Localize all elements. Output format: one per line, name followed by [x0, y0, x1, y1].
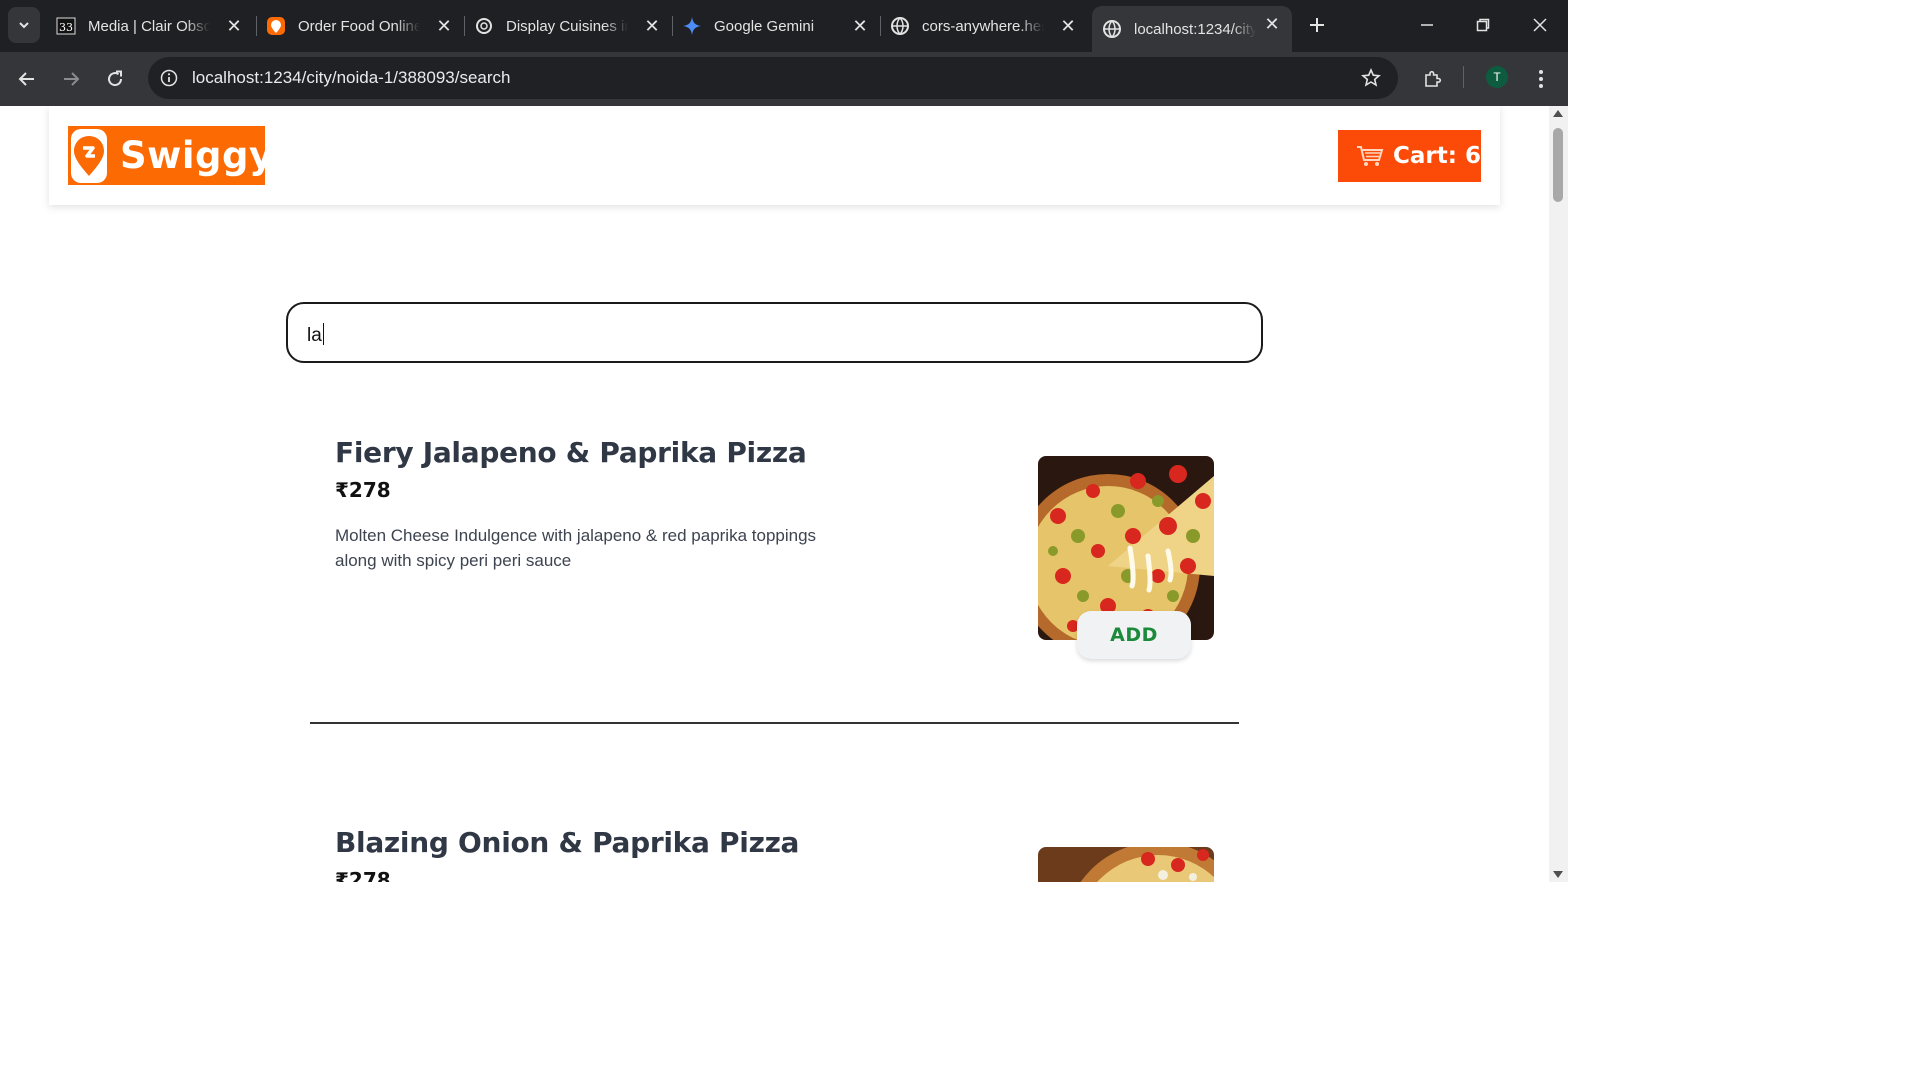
- logo-wordmark: Swiggy: [120, 134, 274, 177]
- minimize-button[interactable]: [1412, 10, 1442, 40]
- menu-item: Fiery Jalapeno & Paprika Pizza ₹278 Molt…: [335, 436, 1215, 640]
- close-icon[interactable]: ✕: [642, 16, 662, 36]
- extensions-button[interactable]: [1417, 64, 1447, 94]
- scrollbar-thumb[interactable]: [1553, 128, 1563, 202]
- add-to-cart-button[interactable]: ADD: [1077, 611, 1191, 659]
- swiggy-favicon: [266, 16, 286, 36]
- scroll-down-arrow-icon[interactable]: [1553, 871, 1563, 878]
- address-bar[interactable]: localhost:1234/city/noida-1/388093/searc…: [148, 57, 1398, 99]
- site-header: Swiggy Cart: 6: [49, 106, 1500, 205]
- tab-order-food-online[interactable]: Order Food Online ✕: [256, 8, 464, 44]
- cart-button[interactable]: Cart: 6: [1338, 130, 1481, 182]
- search-input-value: la: [307, 323, 325, 347]
- puzzle-icon: [1425, 70, 1442, 87]
- svg-text:33: 33: [59, 21, 73, 34]
- close-icon: [1533, 18, 1547, 32]
- globe-favicon: [1102, 19, 1122, 39]
- new-tab-button[interactable]: [1305, 13, 1329, 37]
- restore-button[interactable]: [1468, 10, 1498, 40]
- chatgpt-favicon: [474, 16, 494, 36]
- browser-tab-bar: 33 Media | Clair Obscur ✕ Order Food Onl…: [0, 0, 1568, 52]
- bookmark-star-icon[interactable]: [1360, 67, 1382, 89]
- back-button[interactable]: [12, 64, 42, 94]
- page-scrollbar[interactable]: [1549, 106, 1568, 882]
- tab-title: localhost:1234/city: [1134, 20, 1256, 38]
- kebab-menu-icon: [1539, 70, 1543, 88]
- cart-label: Cart: 6: [1393, 143, 1481, 169]
- search-text: la: [307, 325, 322, 346]
- close-icon[interactable]: ✕: [224, 16, 244, 36]
- tab-title: Google Gemini: [714, 17, 815, 35]
- gemini-favicon: [682, 16, 702, 36]
- arrow-right-icon: [64, 72, 80, 86]
- browser-menu-button[interactable]: [1526, 64, 1556, 94]
- scroll-up-arrow-icon[interactable]: [1553, 110, 1563, 117]
- minimize-icon: [1421, 24, 1433, 26]
- profile-avatar[interactable]: T: [1486, 66, 1508, 88]
- globe-favicon: [890, 16, 910, 36]
- swiggy-pin-icon: [71, 128, 107, 183]
- plus-icon: [1310, 18, 1324, 32]
- close-window-button[interactable]: [1525, 10, 1555, 40]
- forward-button[interactable]: [56, 64, 86, 94]
- close-icon[interactable]: ✕: [850, 16, 870, 36]
- close-icon[interactable]: ✕: [1058, 16, 1078, 36]
- toolbar-separator: [1463, 66, 1464, 88]
- tab-clair-obscur[interactable]: 33 Media | Clair Obscur ✕: [46, 8, 254, 44]
- tab-localhost-active[interactable]: localhost:1234/city ✕: [1092, 6, 1292, 52]
- arrow-left-icon: [18, 72, 34, 86]
- tab-display-cuisines[interactable]: Display Cuisines in ✕: [464, 8, 672, 44]
- tab-google-gemini[interactable]: Google Gemini ✕: [672, 8, 880, 44]
- tab-title: Display Cuisines in: [506, 17, 628, 35]
- clair-obscur-favicon: 33: [56, 16, 76, 36]
- tab-title: cors-anywhere.herokuapp: [922, 17, 1044, 35]
- restore-icon: [1476, 18, 1490, 32]
- item-description: Molten Cheese Indulgence with jalapeno &…: [335, 526, 817, 570]
- site-info-icon[interactable]: [158, 67, 180, 89]
- text-caret: [322, 323, 325, 345]
- chevron-down-icon: [19, 22, 29, 29]
- menu-item: Blazing Onion & Paprika Pizza ₹278: [335, 826, 1215, 882]
- browser-toolbar: localhost:1234/city/noida-1/388093/searc…: [0, 52, 1568, 106]
- reload-icon: [108, 70, 123, 87]
- cart-icon: [1356, 144, 1384, 168]
- tab-title: Media | Clair Obscur: [88, 17, 210, 35]
- tab-cors-anywhere[interactable]: cors-anywhere.herokuapp ✕: [880, 8, 1088, 44]
- search-input[interactable]: la: [286, 302, 1263, 363]
- swiggy-logo[interactable]: Swiggy: [68, 126, 273, 185]
- close-icon[interactable]: ✕: [1262, 14, 1282, 34]
- reload-button[interactable]: [100, 64, 130, 94]
- page-viewport: Swiggy Cart: 6 la Fiery Jalapeno & Papri…: [0, 106, 1549, 882]
- tab-search-button[interactable]: [8, 7, 40, 43]
- close-icon[interactable]: ✕: [434, 16, 454, 36]
- url-text[interactable]: localhost:1234/city/noida-1/388093/searc…: [192, 68, 511, 88]
- item-divider: [310, 722, 1239, 724]
- item-image: [1038, 847, 1214, 882]
- tab-title: Order Food Online: [298, 17, 420, 35]
